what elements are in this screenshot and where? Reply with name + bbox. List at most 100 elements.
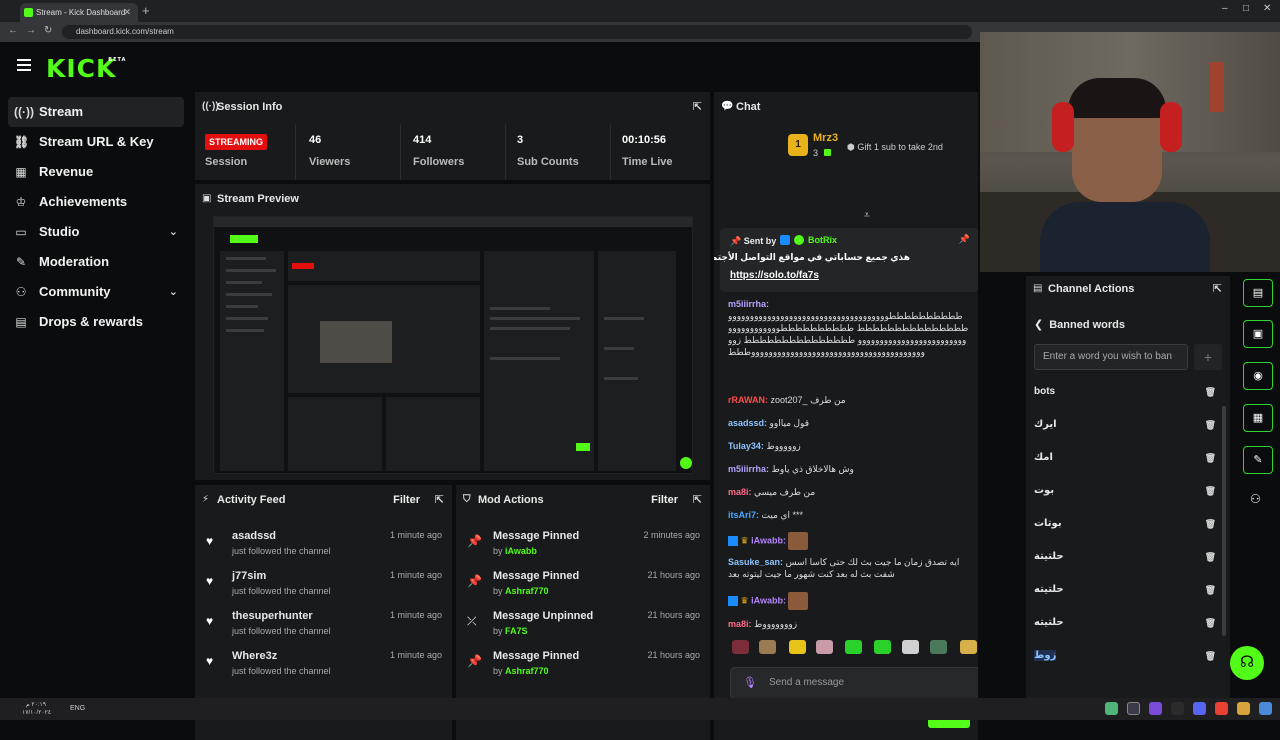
emote-quick-pick[interactable] — [960, 640, 977, 654]
trash-icon[interactable]: 🗑 — [1205, 480, 1216, 502]
sidebar-item-community[interactable]: ⚇ Community ⌄ — [8, 277, 184, 307]
app-icon[interactable] — [1259, 702, 1272, 715]
banned-word-input[interactable]: Enter a word you wish to ban — [1034, 344, 1188, 370]
collapse-icon[interactable]: ⩡ — [864, 210, 870, 221]
emote-quick-pick[interactable] — [902, 640, 919, 654]
moderator-user[interactable]: FA7S — [505, 626, 528, 636]
community-icon[interactable]: ⚇ — [1250, 492, 1261, 506]
app-icon[interactable] — [1149, 702, 1162, 715]
filter-button[interactable]: Filter — [393, 485, 420, 515]
trash-icon[interactable]: 🗑 — [1205, 513, 1216, 535]
chrome-icon[interactable] — [1215, 702, 1228, 715]
top-gifter-name[interactable]: Mrz3 — [813, 132, 838, 144]
trash-icon[interactable]: 🗑 — [1205, 381, 1216, 403]
chevron-down-icon[interactable]: ⌄ — [169, 217, 178, 247]
close-window-button[interactable]: ✕ — [1263, 3, 1271, 14]
chat-bubble-icon[interactable]: ▣ — [1243, 320, 1273, 348]
stat-value: 414 — [413, 134, 432, 146]
trash-icon[interactable]: 🗑 — [1205, 579, 1216, 601]
chat-user[interactable]: m5iiirrha: — [728, 464, 769, 474]
unpin-icon[interactable]: 📌 — [959, 234, 970, 245]
emote-quick-pick[interactable] — [732, 640, 749, 654]
chat-user[interactable]: ma8i: — [728, 487, 752, 497]
url-field[interactable]: dashboard.kick.com/stream — [62, 25, 972, 39]
browser-tab[interactable]: Stream - Kick Dashboard ✕ — [20, 3, 138, 22]
pinned-user[interactable]: BotRix — [808, 235, 837, 245]
right-rail: ▤ ▣ ◉ ▦ ✎ ⚇ ☊ — [1230, 276, 1280, 698]
back-chevron-icon[interactable]: ❮ — [1034, 319, 1043, 331]
maximize-button[interactable]: □ — [1243, 3, 1249, 14]
moderator-user[interactable]: iAwabb — [505, 546, 537, 556]
chat-user[interactable]: Sasuke_san: — [728, 557, 783, 567]
emote-quick-pick[interactable] — [874, 640, 891, 654]
folder-icon[interactable] — [1237, 702, 1250, 715]
chat-user[interactable]: ma8i: — [728, 619, 752, 629]
gift-sub-cta[interactable]: ⬢ Gift 1 sub to take 2nd — [847, 142, 943, 153]
moderator-user[interactable]: Ashraf770 — [505, 666, 549, 676]
trash-icon[interactable]: 🗑 — [1205, 645, 1216, 667]
sidebar-item-studio[interactable]: ▭ Studio ⌄ — [8, 217, 184, 247]
back-icon[interactable]: ← — [8, 25, 18, 36]
moderator-user[interactable]: Ashraf770 — [505, 586, 549, 596]
wrench-icon[interactable]: ✎ — [1243, 446, 1273, 474]
chat-user[interactable]: itsAri7: — [728, 510, 759, 520]
app-icon[interactable] — [1105, 702, 1118, 715]
trash-icon[interactable]: 🗑 — [1205, 612, 1216, 634]
stream-preview-video[interactable] — [213, 216, 693, 474]
activity-row: ♥ asadssd just followed the channel 1 minut… — [203, 527, 442, 567]
chat-user[interactable]: Tulay34: — [728, 441, 764, 451]
menu-icon[interactable] — [17, 59, 31, 74]
scrollbar[interactable] — [1222, 406, 1226, 636]
sidebar-item-drops-rewards[interactable]: ▤ Drops & rewards — [8, 307, 184, 337]
layout-icon[interactable]: ▦ — [1243, 404, 1273, 432]
trash-icon[interactable]: 🗑 — [1205, 447, 1216, 469]
new-tab-button[interactable]: + — [142, 3, 150, 18]
trash-icon[interactable]: 🗑 — [1205, 546, 1216, 568]
followers-stat: 414 Followers — [413, 134, 464, 168]
mod-action-by: by FA7S — [493, 626, 528, 636]
chat-user[interactable]: rRAWAN: — [728, 395, 768, 405]
chat-message: ♛ iAwabb: — [728, 532, 970, 550]
kick-logo[interactable]: KICK BETA — [46, 54, 125, 83]
broadcast-icon[interactable]: ◉ — [1243, 362, 1273, 390]
sidebar-item-stream[interactable]: ((·)) Stream — [8, 97, 184, 127]
app-icon[interactable] — [1127, 702, 1140, 715]
reload-icon[interactable]: ↻ — [44, 25, 52, 36]
chat-user[interactable]: m5iiirrha: — [728, 299, 769, 309]
discord-icon[interactable] — [1193, 702, 1206, 715]
banned-words-header[interactable]: ❮ Banned words — [1034, 318, 1125, 331]
support-headset-icon[interactable]: ☊ — [1230, 646, 1264, 680]
popout-icon[interactable]: ⇱ — [693, 92, 702, 122]
emote-quick-pick[interactable] — [930, 640, 947, 654]
sidebar-item-revenue[interactable]: ▦ Revenue — [8, 157, 184, 187]
forward-icon[interactable]: → — [26, 25, 36, 36]
sidebar-item-stream-url-key[interactable]: ⛓ Stream URL & Key — [8, 127, 184, 157]
minimize-button[interactable]: – — [1222, 3, 1228, 14]
chat-user[interactable]: iAwabb: — [751, 595, 786, 605]
emote-quick-pick[interactable] — [845, 640, 862, 654]
mic-icon[interactable]: 🎙 — [743, 676, 757, 689]
language-indicator[interactable]: ENG — [70, 705, 85, 712]
sidebar-item-achievements[interactable]: ♔ Achievements — [8, 187, 184, 217]
popout-icon[interactable]: ⇱ — [435, 485, 444, 515]
add-word-button[interactable]: + — [1194, 344, 1222, 370]
activity-time: 1 minute ago — [389, 650, 442, 660]
popout-icon[interactable]: ⇱ — [1213, 276, 1222, 302]
tab-close-icon[interactable]: ✕ — [123, 3, 131, 22]
chat-input[interactable]: 🎙 Send a message ☺ — [730, 667, 978, 699]
chat-user[interactable]: asadssd: — [728, 418, 767, 428]
pinned-link[interactable]: https://solo.to/fa7s — [730, 270, 819, 281]
popout-icon[interactable]: ⇱ — [693, 485, 702, 515]
sidebar-item-moderation[interactable]: ✎ Moderation — [8, 247, 184, 277]
notes-icon[interactable]: ▤ — [1243, 279, 1273, 307]
chat-user[interactable]: iAwabb: — [751, 535, 786, 545]
emote-quick-pick[interactable] — [816, 640, 833, 654]
trash-icon[interactable]: 🗑 — [1205, 414, 1216, 436]
app-icon[interactable] — [1171, 702, 1184, 715]
chevron-down-icon[interactable]: ⌄ — [169, 277, 178, 307]
sidebar-item-label: Studio — [39, 224, 80, 239]
emote-quick-pick[interactable] — [789, 640, 806, 654]
emote-quick-pick[interactable] — [759, 640, 776, 654]
filter-button[interactable]: Filter — [651, 485, 678, 515]
emote-image — [788, 592, 809, 610]
